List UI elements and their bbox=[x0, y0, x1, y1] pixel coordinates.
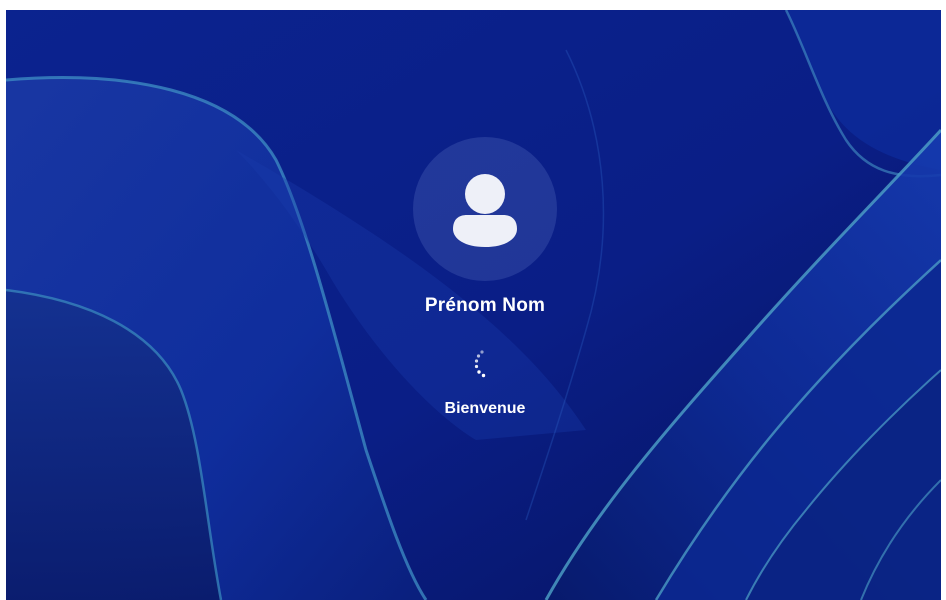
user-silhouette-icon bbox=[453, 174, 517, 247]
lock-screen: Prénom Nom Bienvenue bbox=[6, 10, 941, 600]
loading-spinner-icon bbox=[474, 350, 486, 378]
login-panel: Prénom Nom Bienvenue bbox=[6, 10, 941, 600]
user-name: Prénom Nom bbox=[424, 295, 546, 316]
welcome-status: Bienvenue bbox=[444, 400, 526, 417]
user-avatar bbox=[413, 137, 557, 281]
